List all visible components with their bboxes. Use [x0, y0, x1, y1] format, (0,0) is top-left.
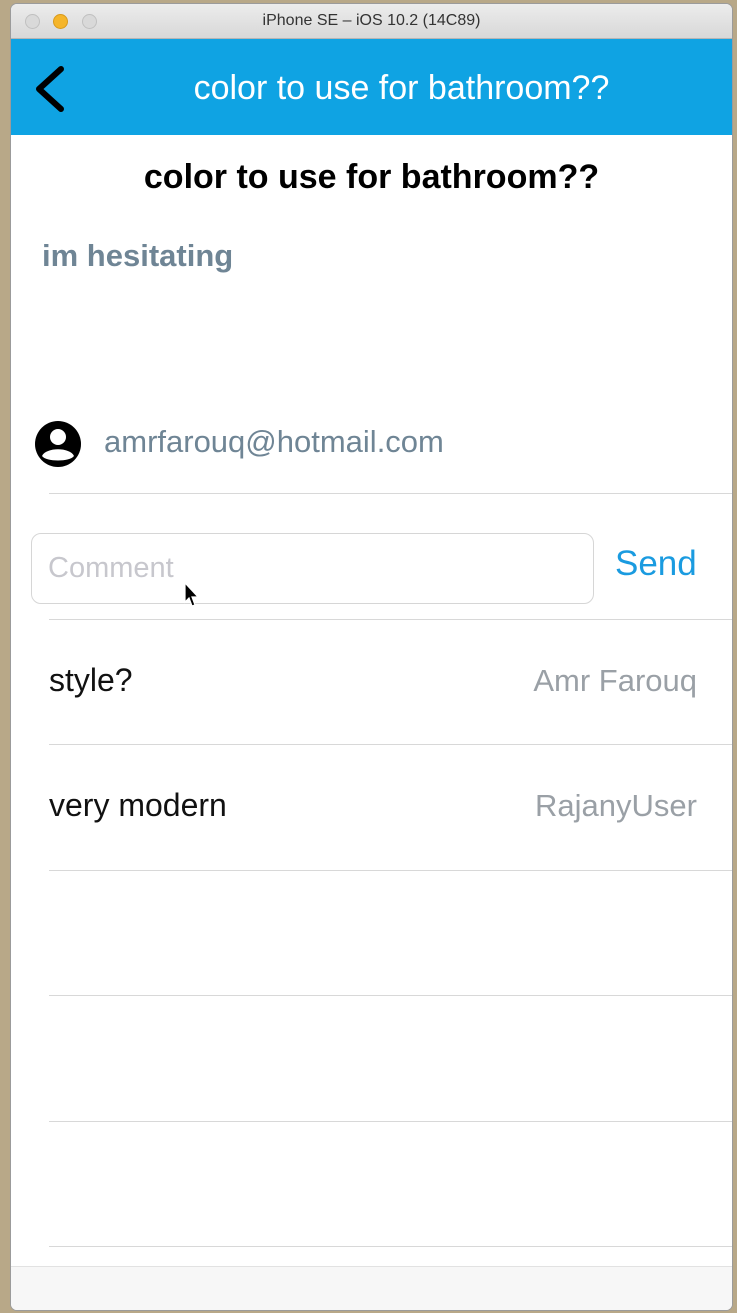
send-button[interactable]: Send — [615, 544, 697, 584]
mouse-pointer-icon — [184, 582, 200, 607]
divider — [49, 1246, 732, 1247]
post-title: color to use for bathroom?? — [143, 158, 600, 196]
comment-row[interactable]: style? Amr Farouq — [11, 619, 732, 744]
divider — [49, 493, 732, 494]
navigation-bar: color to use for bathroom?? — [11, 39, 732, 135]
post-body: im hesitating — [42, 238, 234, 273]
chevron-left-icon[interactable] — [31, 63, 75, 115]
comment-author: Amr Farouq — [533, 663, 697, 698]
comment-author: RajanyUser — [535, 788, 697, 823]
bottom-bar — [11, 1266, 732, 1310]
empty-row — [11, 870, 732, 995]
nav-title: color to use for bathroom?? — [193, 69, 610, 107]
comment-row[interactable]: very modern RajanyUser — [11, 744, 732, 869]
window-title: iPhone SE – iOS 10.2 (14C89) — [262, 12, 481, 29]
empty-row — [11, 1121, 732, 1246]
comment-input[interactable] — [31, 533, 594, 604]
user-circle-icon — [35, 421, 81, 467]
comment-text: style? — [49, 662, 133, 698]
empty-row — [11, 995, 732, 1120]
simulator-window: iPhone SE – iOS 10.2 (14C89) color to us… — [11, 4, 732, 1310]
author-email: amrfarouq@hotmail.com — [104, 424, 444, 459]
comment-text: very modern — [49, 787, 227, 823]
window-titlebar: iPhone SE – iOS 10.2 (14C89) — [11, 4, 732, 39]
